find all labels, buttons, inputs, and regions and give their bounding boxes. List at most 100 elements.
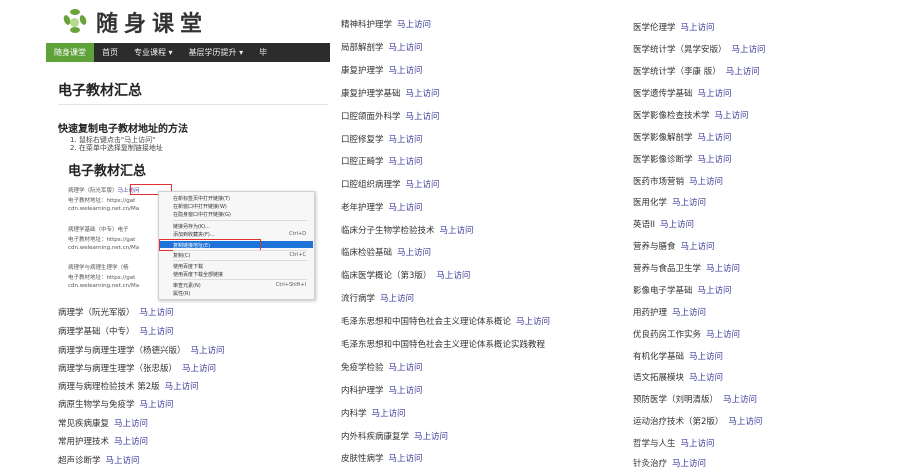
visit-link[interactable]: 马上访问 xyxy=(406,112,440,122)
list-item: 流行病学 马上访问 xyxy=(341,294,415,304)
visit-link[interactable]: 马上访问 xyxy=(706,330,740,340)
visit-link[interactable]: 马上访问 xyxy=(726,67,760,77)
list-item: 医学伦理学 马上访问 xyxy=(633,23,715,33)
steps-list: 1. 鼠标右键点击"马上访问" 2. 在菜单中选择复制链接地址 xyxy=(70,136,163,152)
visit-link[interactable]: 马上访问 xyxy=(681,242,715,252)
menu-item-copy-link[interactable]: 复制链接地址(E) xyxy=(173,242,210,249)
menu-separator xyxy=(173,260,307,261)
visit-link[interactable]: 马上访问 xyxy=(706,264,740,274)
visit-link[interactable]: 马上访问 xyxy=(672,308,706,318)
visit-link[interactable]: 马上访问 xyxy=(672,198,706,208)
visit-link[interactable]: 马上访问 xyxy=(436,271,470,281)
menu-item-save-link[interactable]: 链接另存为(K)... xyxy=(173,223,210,230)
list-item: 老年护理学 马上访问 xyxy=(341,203,423,213)
visit-link[interactable]: 马上访问 xyxy=(406,89,440,99)
list-item: 康复护理学 马上访问 xyxy=(341,66,423,76)
visit-link[interactable]: 马上访问 xyxy=(140,327,174,337)
list-item: 病理与病理检验技术 第2版 马上访问 xyxy=(58,382,199,392)
visit-link[interactable]: 马上访问 xyxy=(140,308,174,318)
visit-link[interactable]: 马上访问 xyxy=(140,400,174,410)
list-item: 免疫学检验 马上访问 xyxy=(341,363,423,373)
list-item: 营养与膳食 马上访问 xyxy=(633,242,715,252)
visit-link[interactable]: 马上访问 xyxy=(723,395,757,405)
visit-link[interactable]: 马上访问 xyxy=(389,203,423,213)
visit-link[interactable]: 马上访问 xyxy=(681,439,715,449)
visit-link[interactable]: 马上访问 xyxy=(732,45,766,55)
visit-link[interactable]: 马上访问 xyxy=(660,220,694,230)
visit-link[interactable]: 马上访问 xyxy=(698,133,732,143)
menu-item-open-window[interactable]: 在新窗口中打开链接(W) xyxy=(173,203,227,210)
visit-link[interactable]: 马上访问 xyxy=(698,89,732,99)
list-item: 康复护理学基础 马上访问 xyxy=(341,89,440,99)
list-item: 内外科疾病康复学 马上访问 xyxy=(341,432,449,442)
list-item: 局部解剖学 马上访问 xyxy=(341,43,423,53)
list-item: 口腔组织病理学 马上访问 xyxy=(341,180,440,190)
visit-link[interactable]: 马上访问 xyxy=(114,419,148,429)
list-item: 毛泽东思想和中国特色社会主义理论体系概论 马上访问 xyxy=(341,317,551,327)
list-item: 病原生物学与免疫学 马上访问 xyxy=(58,400,174,410)
logo-text: 随身课堂 xyxy=(96,11,209,37)
list-item: 临床分子生物学检验技术 马上访问 xyxy=(341,226,474,236)
menu-item-baidu-download-all[interactable]: 使用百度下载全部链接 xyxy=(173,271,223,278)
visit-link[interactable]: 马上访问 xyxy=(389,363,423,373)
list-item: 有机化学基础 马上访问 xyxy=(633,352,724,362)
visit-link[interactable]: 马上访问 xyxy=(406,180,440,190)
visit-link[interactable]: 马上访问 xyxy=(698,155,732,165)
nav-item-home-brand[interactable]: 随身课堂 xyxy=(46,43,94,62)
list-item: 医学影像解剖学 马上访问 xyxy=(633,133,732,143)
menu-item-open-tab[interactable]: 在新标签页中打开链接(T) xyxy=(173,195,230,202)
visit-link[interactable]: 马上访问 xyxy=(389,135,423,145)
list-item: 医学影像检查技术学 马上访问 xyxy=(633,111,749,121)
visit-link[interactable]: 马上访问 xyxy=(689,352,723,362)
visit-link[interactable]: 马上访问 xyxy=(440,226,474,236)
section-subtitle: 快速复制电子教材地址的方法 xyxy=(58,124,188,135)
menu-item-properties[interactable]: 属性(R) xyxy=(173,290,190,297)
visit-link[interactable]: 马上访问 xyxy=(698,286,732,296)
menu-item-inspect[interactable]: 审查元素(N) xyxy=(173,282,201,289)
list-item: 预防医学（刘明清版） 马上访问 xyxy=(633,395,758,405)
inner-title: 电子教材汇总 xyxy=(68,164,147,179)
visit-link[interactable]: 马上访问 xyxy=(389,386,423,396)
menu-item-baidu-download[interactable]: 使用百度下载 xyxy=(173,263,203,270)
list-item: 内科护理学 马上访问 xyxy=(341,386,423,396)
nav-item-home[interactable]: 首页 xyxy=(94,43,126,62)
visit-link[interactable]: 马上访问 xyxy=(414,432,448,442)
visit-link[interactable]: 马上访问 xyxy=(389,66,423,76)
visit-link[interactable]: 马上访问 xyxy=(689,177,723,187)
step-1: 1. 鼠标右键点击"马上访问" xyxy=(70,136,156,144)
visit-link[interactable]: 马上访问 xyxy=(715,111,749,121)
site-logo[interactable]: 随身课堂 xyxy=(62,8,209,37)
visit-link[interactable]: 马上访问 xyxy=(389,43,423,53)
visit-link[interactable]: 马上访问 xyxy=(372,409,406,419)
shot-line: 病理学基础（中专）电子 xyxy=(68,227,129,233)
visit-link[interactable]: 马上访问 xyxy=(689,373,723,383)
visit-link[interactable]: 马上访问 xyxy=(728,417,762,427)
list-item: 医学遗传学基础 马上访问 xyxy=(633,89,732,99)
visit-link[interactable]: 马上访问 xyxy=(397,20,431,30)
visit-link[interactable]: 马上访问 xyxy=(397,248,431,258)
visit-link[interactable]: 马上访问 xyxy=(106,456,140,466)
visit-link[interactable]: 马上访问 xyxy=(672,459,706,469)
list-item: 医用化学 马上访问 xyxy=(633,198,707,208)
left-panel: 随身课堂 随身课堂 首页 专业课程 ▾ 基层学历提升 ▾ 毕 电子教材汇总 快速… xyxy=(0,0,330,476)
list-item: 病理学与病理生理学（杨德兴版） 马上访问 xyxy=(58,346,225,356)
visit-link[interactable]: 马上访问 xyxy=(165,382,199,392)
visit-link[interactable]: 马上访问 xyxy=(182,364,216,374)
visit-link[interactable]: 马上访问 xyxy=(681,23,715,33)
context-menu: 在新标签页中打开链接(T) 在新窗口中打开链接(W) 在隐身窗口中打开链接(G)… xyxy=(158,191,315,300)
menu-separator xyxy=(173,250,307,251)
visit-link[interactable]: 马上访问 xyxy=(516,317,550,327)
visit-link[interactable]: 马上访问 xyxy=(380,294,414,304)
nav-item-degree[interactable]: 基层学历提升 ▾ xyxy=(181,43,252,62)
nav-item-more[interactable]: 毕 xyxy=(251,43,275,62)
visit-link[interactable]: 马上访问 xyxy=(389,454,423,464)
list-item: 针灸治疗 马上访问 xyxy=(633,459,707,469)
nav-item-courses[interactable]: 专业课程 ▾ xyxy=(126,43,181,62)
visit-link[interactable]: 马上访问 xyxy=(114,437,148,447)
menu-item-bookmark[interactable]: 添加到收藏夹(F)... xyxy=(173,231,215,238)
visit-link[interactable]: 马上访问 xyxy=(191,346,225,356)
menu-item-copy[interactable]: 复制(C) xyxy=(173,252,190,259)
list-item: 口腔正畸学 马上访问 xyxy=(341,157,423,167)
visit-link[interactable]: 马上访问 xyxy=(389,157,423,167)
menu-item-open-incognito[interactable]: 在隐身窗口中打开链接(G) xyxy=(173,211,231,218)
